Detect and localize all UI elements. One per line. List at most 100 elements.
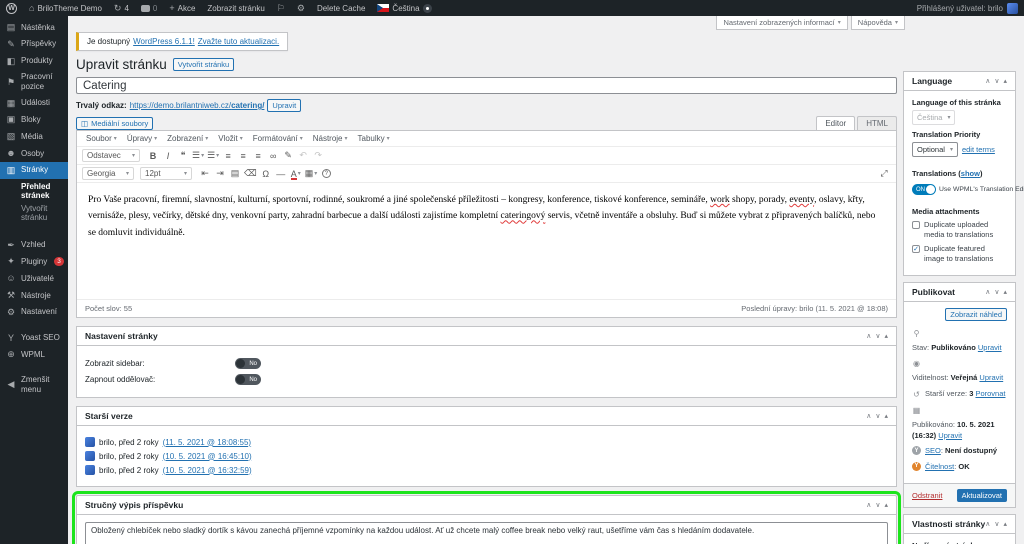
blockquote-icon[interactable]: ❝ bbox=[176, 149, 190, 162]
toggle-panel-icon[interactable]: ▴ bbox=[884, 332, 888, 340]
sidebar-item-pages[interactable]: ▥Stránky bbox=[0, 162, 68, 179]
revisions-header[interactable]: Starší verze ∧∨▴ bbox=[77, 407, 896, 426]
clear-formatting-icon[interactable]: ⌫ bbox=[243, 167, 258, 180]
excerpt-textarea[interactable]: Obložený chlebíček nebo sladký dortík s … bbox=[85, 522, 888, 544]
order-down-icon[interactable]: ∨ bbox=[875, 412, 880, 420]
toggle-panel-icon[interactable]: ▴ bbox=[884, 501, 888, 509]
sidebar-item-jobs[interactable]: ⚑Pracovní pozice bbox=[0, 69, 68, 94]
submenu-item[interactable]: Přehled stránek bbox=[0, 180, 68, 202]
edit-image-icon[interactable]: ✎ bbox=[281, 149, 295, 162]
order-down-icon[interactable]: ∨ bbox=[994, 77, 999, 85]
order-down-icon[interactable]: ∨ bbox=[994, 520, 999, 528]
publish-row-action[interactable]: Upravit bbox=[938, 431, 962, 440]
editor-menu-soubor[interactable]: Soubor▾ bbox=[81, 132, 122, 145]
sidebar-item-media[interactable]: ▧Média bbox=[0, 128, 68, 145]
page-settings-header[interactable]: Nastavení stránky ∧∨▴ bbox=[77, 327, 896, 346]
order-up-icon[interactable]: ∧ bbox=[985, 77, 990, 85]
consider-update-link[interactable]: Zvažte tuto aktualizaci. bbox=[198, 37, 279, 46]
editor-menu-formtovn[interactable]: Formátování▾ bbox=[248, 132, 308, 145]
format-select[interactable]: Odstavec ▾ bbox=[82, 149, 140, 162]
order-up-icon[interactable]: ∧ bbox=[985, 288, 990, 296]
new-content-menu[interactable]: + Akce bbox=[163, 0, 201, 16]
editor-menu-vloit[interactable]: Vložit▾ bbox=[213, 132, 248, 145]
fullscreen-icon[interactable]: ⤢ bbox=[877, 167, 891, 180]
publish-row-link-label[interactable]: Čitelnost bbox=[925, 462, 954, 471]
redo-icon[interactable]: ↷ bbox=[311, 149, 325, 162]
wordpress-update-link[interactable]: WordPress 6.1.1! bbox=[133, 37, 195, 46]
help-tab[interactable]: Nápověda ▾ bbox=[851, 16, 905, 30]
link-icon[interactable]: ∞ bbox=[266, 149, 280, 162]
align-center-icon[interactable]: ≡ bbox=[236, 149, 250, 162]
view-page-menu[interactable]: Zobrazit stránku bbox=[201, 0, 270, 16]
order-up-icon[interactable]: ∧ bbox=[985, 520, 990, 528]
wpml-translation-toggle[interactable]: ON bbox=[912, 184, 936, 195]
toggle-panel-icon[interactable]: ▴ bbox=[1003, 288, 1007, 296]
duplicate-featured-checkbox[interactable]: ✓ bbox=[912, 245, 920, 253]
toggle-panel-icon[interactable]: ▴ bbox=[1003, 77, 1007, 85]
edit-permalink-button[interactable]: Upravit bbox=[267, 99, 301, 112]
toggle-panel-icon[interactable]: ▴ bbox=[1003, 520, 1007, 528]
indent-icon[interactable]: ⇥ bbox=[213, 167, 227, 180]
revision-link[interactable]: (11. 5. 2021 @ 18:08:55) bbox=[163, 438, 251, 447]
bold-icon[interactable]: B bbox=[146, 149, 160, 162]
publish-row-action[interactable]: Porovnat bbox=[975, 389, 1005, 398]
publish-panel-header[interactable]: Publikovat ∧∨▴ bbox=[904, 283, 1015, 302]
horizontal-rule-icon[interactable]: ― bbox=[274, 167, 288, 180]
tab-visual-editor[interactable]: Editor bbox=[816, 116, 855, 130]
settings-menu[interactable]: ⚙ bbox=[291, 0, 311, 16]
account-menu[interactable]: Přihlášený uživatel: brilo bbox=[917, 3, 1024, 14]
excerpt-header[interactable]: Stručný výpis příspěvku ∧∨▴ bbox=[77, 496, 896, 515]
revision-link[interactable]: (10. 5. 2021 @ 16:32:59) bbox=[163, 466, 252, 475]
post-title-input[interactable] bbox=[76, 77, 897, 94]
delete-cache-menu[interactable]: Delete Cache bbox=[311, 0, 371, 16]
paste-as-text-icon[interactable]: ▤ bbox=[228, 167, 242, 180]
help-icon[interactable]: ? bbox=[319, 167, 333, 180]
preview-button[interactable]: Zobrazit náhled bbox=[945, 308, 1007, 321]
tab-html-editor[interactable]: HTML bbox=[857, 116, 897, 130]
order-up-icon[interactable]: ∧ bbox=[866, 501, 871, 509]
page-setting-toggle[interactable]: No bbox=[235, 374, 261, 385]
update-button[interactable]: Aktualizovat bbox=[957, 489, 1007, 502]
order-up-icon[interactable]: ∧ bbox=[866, 332, 871, 340]
page-language-select[interactable]: Čeština ▾ bbox=[912, 110, 955, 125]
language-panel-header[interactable]: Language ∧∨▴ bbox=[904, 72, 1015, 91]
sidebar-item-dashboard[interactable]: ▤Nástěnka bbox=[0, 19, 68, 36]
duplicate-media-checkbox[interactable] bbox=[912, 221, 920, 229]
submenu-item[interactable]: Vytvořit stránku bbox=[0, 202, 68, 224]
language-menu[interactable]: Čeština bbox=[371, 0, 437, 16]
sidebar-item-plugins[interactable]: ✦Pluginy3 bbox=[0, 253, 68, 270]
sidebar-item-collapse[interactable]: ◀Zmenšit menu bbox=[0, 372, 68, 397]
translation-priority-select[interactable]: Optional ▾ bbox=[912, 142, 958, 157]
page-setting-toggle[interactable]: No bbox=[235, 358, 261, 369]
move-to-trash-link[interactable]: Odstranit bbox=[912, 491, 942, 500]
sidebar-item-blocks[interactable]: ▣Bloky bbox=[0, 111, 68, 128]
page-attributes-header[interactable]: Vlastnosti stránky ∧∨▴ bbox=[904, 515, 1015, 534]
publish-row-link-label[interactable]: SEO bbox=[925, 446, 941, 455]
screen-options-tab[interactable]: Nastavení zobrazených informací ▾ bbox=[716, 16, 847, 30]
sidebar-item-events[interactable]: ▦Události bbox=[0, 95, 68, 112]
editor-content-area[interactable]: Pro Vaše pracovní, firemní, slavnostní, … bbox=[77, 183, 896, 299]
outdent-icon[interactable]: ⇤ bbox=[198, 167, 212, 180]
comments-menu[interactable]: 0 bbox=[135, 0, 163, 16]
wpml-menu[interactable]: ⚐ bbox=[271, 0, 291, 16]
font-family-select[interactable]: Georgia ▾ bbox=[82, 167, 134, 180]
font-size-select[interactable]: 12pt ▾ bbox=[140, 167, 192, 180]
order-down-icon[interactable]: ∨ bbox=[994, 288, 999, 296]
site-menu[interactable]: ⌂ BriloTheme Demo bbox=[23, 0, 108, 16]
sidebar-item-products[interactable]: ◧Produkty bbox=[0, 53, 68, 70]
align-right-icon[interactable]: ≡ bbox=[251, 149, 265, 162]
bulleted-list-icon[interactable]: ☰▾ bbox=[191, 149, 205, 162]
sidebar-item-tools[interactable]: ⚒Nástroje bbox=[0, 287, 68, 304]
special-character-icon[interactable]: Ω bbox=[259, 167, 273, 180]
translations-show-link[interactable]: show bbox=[961, 169, 980, 178]
toggle-panel-icon[interactable]: ▴ bbox=[884, 412, 888, 420]
sidebar-item-posts[interactable]: ✎Příspěvky bbox=[0, 36, 68, 53]
sidebar-item-wpml[interactable]: ⊕WPML bbox=[0, 346, 68, 363]
permalink-link[interactable]: https://demo.brilantniweb.cz/catering/ bbox=[130, 101, 265, 110]
sidebar-item-users[interactable]: ☺Uživatelé bbox=[0, 270, 68, 287]
numbered-list-icon[interactable]: ☰▾ bbox=[206, 149, 220, 162]
updates-menu[interactable]: ↻ 4 bbox=[108, 0, 135, 16]
order-down-icon[interactable]: ∨ bbox=[875, 332, 880, 340]
editor-menu-nstroje[interactable]: Nástroje▾ bbox=[308, 132, 353, 145]
italic-icon[interactable]: I bbox=[161, 149, 175, 162]
